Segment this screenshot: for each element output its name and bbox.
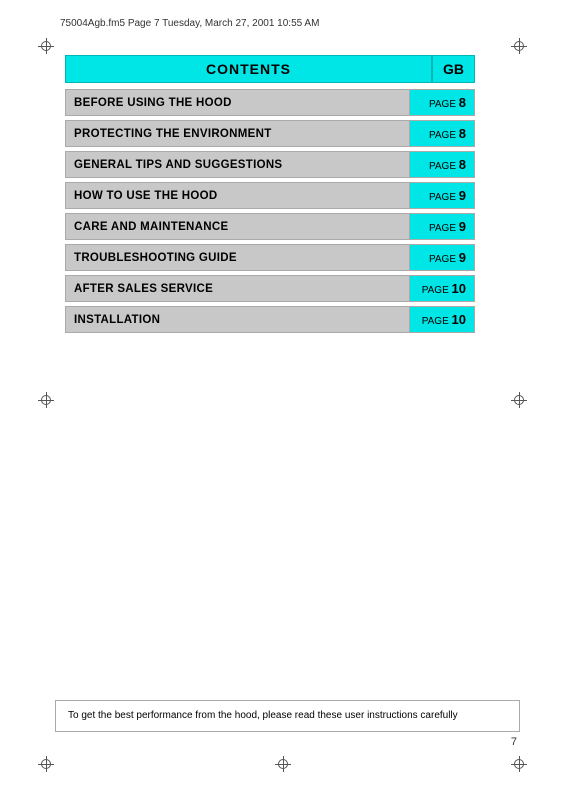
page-word: PAGE <box>429 223 459 234</box>
toc-page: PAGE 10 <box>409 307 474 332</box>
toc-label-text: PROTECTING THE ENVIRONMENT <box>74 128 272 140</box>
page-num: 9 <box>459 219 466 234</box>
toc-label-text: AFTER SALES SERVICE <box>74 283 213 295</box>
toc-label: BEFORE USING THE HOOD <box>66 90 409 115</box>
toc-row: INSTALLATION PAGE 10 <box>65 306 475 333</box>
toc-page: PAGE 8 <box>409 121 474 146</box>
crosshair-top-right <box>511 38 527 54</box>
toc-page-text: PAGE 9 <box>429 219 466 234</box>
page-word: PAGE <box>422 285 452 296</box>
toc-label: HOW TO USE THE HOOD <box>66 183 409 208</box>
toc-label-text: HOW TO USE THE HOOD <box>74 190 218 202</box>
toc-page: PAGE 8 <box>409 90 474 115</box>
toc-page: PAGE 9 <box>409 183 474 208</box>
page-word: PAGE <box>429 99 459 110</box>
toc-row: GENERAL TIPS AND SUGGESTIONS PAGE 8 <box>65 151 475 178</box>
toc-label: GENERAL TIPS AND SUGGESTIONS <box>66 152 409 177</box>
contents-gb-label: GB <box>443 61 464 77</box>
crosshair-middle-left <box>38 392 54 408</box>
page-num: 9 <box>459 188 466 203</box>
crosshair-middle-right <box>511 392 527 408</box>
contents-header: CONTENTS GB <box>65 55 475 83</box>
page-num: 10 <box>452 281 466 296</box>
page-container: 75004Agb.fm5 Page 7 Tuesday, March 27, 2… <box>0 0 565 800</box>
toc-page-text: PAGE 8 <box>429 157 466 172</box>
toc-label: TROUBLESHOOTING GUIDE <box>66 245 409 270</box>
page-word: PAGE <box>429 192 459 203</box>
toc-row: TROUBLESHOOTING GUIDE PAGE 9 <box>65 244 475 271</box>
toc-label-text: CARE AND MAINTENANCE <box>74 221 228 233</box>
crosshair-bottom-right <box>511 756 527 772</box>
toc-label: CARE AND MAINTENANCE <box>66 214 409 239</box>
page-number: 7 <box>511 736 517 748</box>
toc-label: INSTALLATION <box>66 307 409 332</box>
page-word: PAGE <box>429 161 459 172</box>
toc-page: PAGE 9 <box>409 245 474 270</box>
toc-page: PAGE 9 <box>409 214 474 239</box>
toc-page-text: PAGE 9 <box>429 188 466 203</box>
toc-label-text: TROUBLESHOOTING GUIDE <box>74 252 237 264</box>
toc-row: CARE AND MAINTENANCE PAGE 9 <box>65 213 475 240</box>
page-num: 9 <box>459 250 466 265</box>
toc-label-text: GENERAL TIPS AND SUGGESTIONS <box>74 159 282 171</box>
toc-page-text: PAGE 10 <box>422 312 466 327</box>
toc-label-text: BEFORE USING THE HOOD <box>74 97 232 109</box>
file-info: 75004Agb.fm5 Page 7 Tuesday, March 27, 2… <box>60 18 319 29</box>
toc-page-text: PAGE 8 <box>429 95 466 110</box>
page-num: 8 <box>459 126 466 141</box>
toc-page: PAGE 8 <box>409 152 474 177</box>
toc-page-text: PAGE 10 <box>422 281 466 296</box>
contents-title-cell: CONTENTS <box>65 55 432 83</box>
toc-label: PROTECTING THE ENVIRONMENT <box>66 121 409 146</box>
toc-label: AFTER SALES SERVICE <box>66 276 409 301</box>
contents-title: CONTENTS <box>206 61 291 77</box>
toc-row: PROTECTING THE ENVIRONMENT PAGE 8 <box>65 120 475 147</box>
crosshair-bottom-left <box>38 756 54 772</box>
page-word: PAGE <box>429 130 459 141</box>
crosshair-bottom-center <box>275 756 291 772</box>
page-num: 8 <box>459 95 466 110</box>
crosshair-top-left <box>38 38 54 54</box>
page-num: 8 <box>459 157 466 172</box>
page-word: PAGE <box>429 254 459 265</box>
toc-page: PAGE 10 <box>409 276 474 301</box>
toc-row: AFTER SALES SERVICE PAGE 10 <box>65 275 475 302</box>
page-num: 10 <box>452 312 466 327</box>
toc-page-text: PAGE 9 <box>429 250 466 265</box>
content-area: CONTENTS GB BEFORE USING THE HOOD PAGE 8… <box>65 55 475 337</box>
page-word: PAGE <box>422 316 452 327</box>
toc-row: HOW TO USE THE HOOD PAGE 9 <box>65 182 475 209</box>
toc-label-text: INSTALLATION <box>74 314 160 326</box>
toc-row: BEFORE USING THE HOOD PAGE 8 <box>65 89 475 116</box>
toc-list: BEFORE USING THE HOOD PAGE 8 PROTECTING … <box>65 89 475 333</box>
contents-gb-cell: GB <box>432 55 475 83</box>
bottom-note: To get the best performance from the hoo… <box>55 700 520 732</box>
toc-page-text: PAGE 8 <box>429 126 466 141</box>
